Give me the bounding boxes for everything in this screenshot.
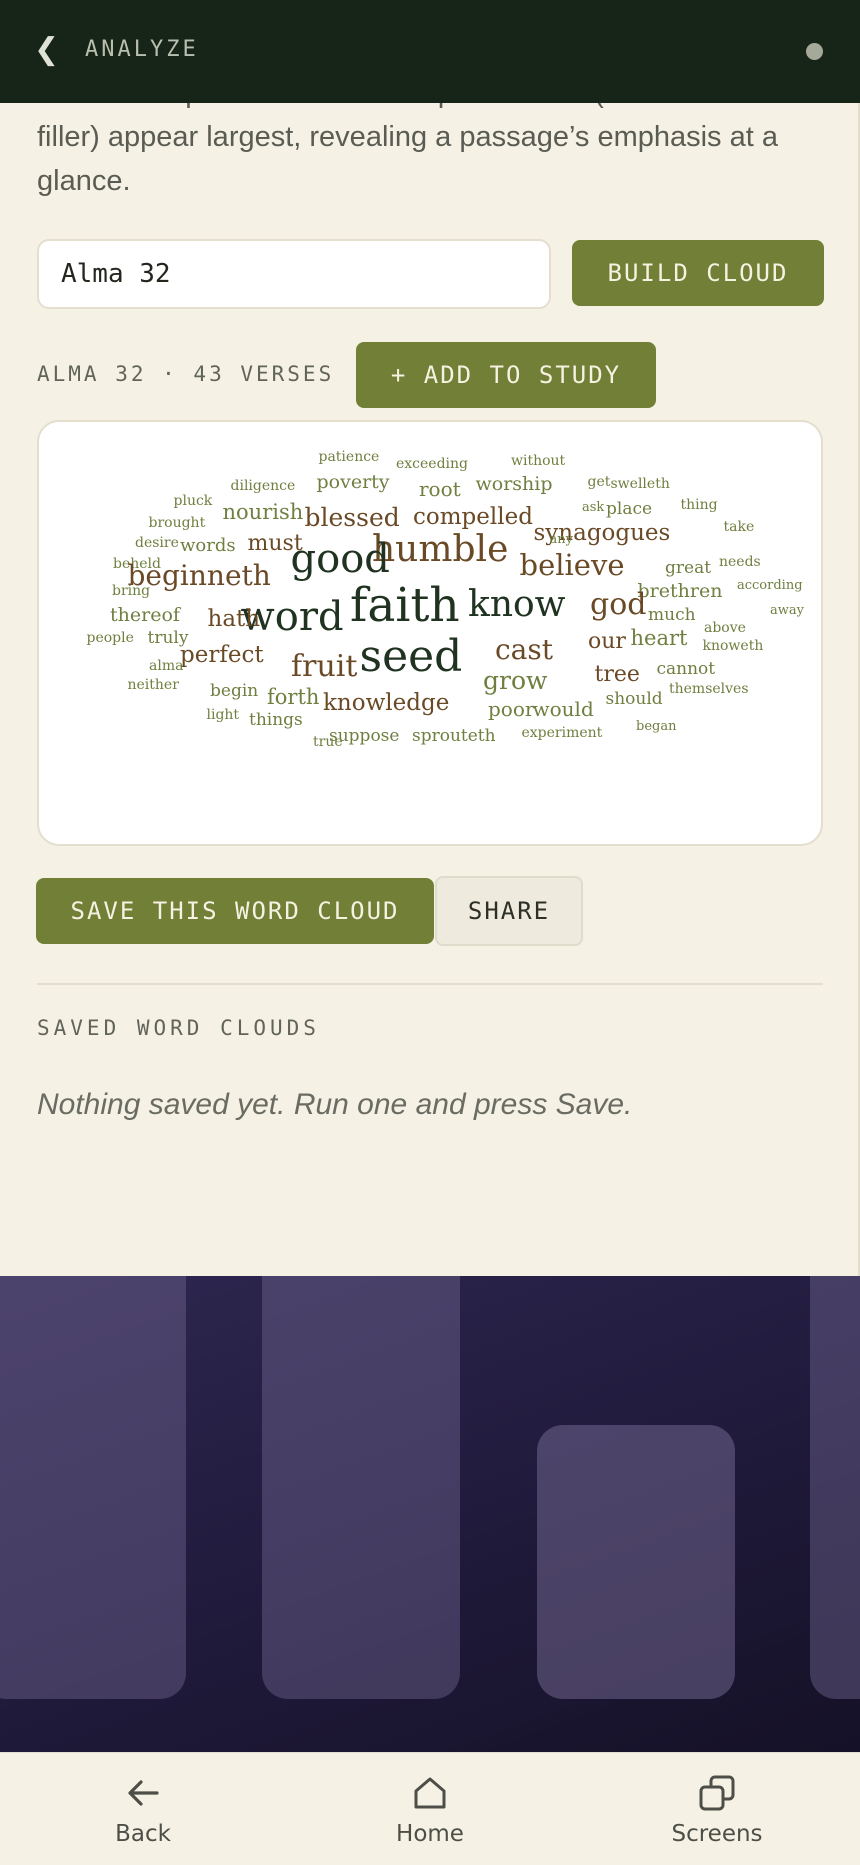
recent-screen-card[interactable] bbox=[537, 1425, 735, 1699]
nav-home[interactable]: Home bbox=[350, 1773, 510, 1847]
app-header: ❮ ANALYZE bbox=[0, 0, 860, 103]
cloud-word: patience bbox=[318, 449, 380, 465]
cloud-word: get bbox=[587, 474, 611, 490]
cloud-word: swelleth bbox=[610, 476, 670, 492]
cloud-word: needs bbox=[719, 554, 761, 570]
cloud-word: grow bbox=[483, 665, 548, 695]
save-word-cloud-button[interactable]: SAVE THIS WORD CLOUD bbox=[36, 878, 434, 944]
cloud-word: seed bbox=[359, 631, 463, 682]
back-chevron-icon[interactable]: ❮ bbox=[34, 32, 59, 67]
cloud-word: brethren bbox=[637, 579, 723, 602]
recent-screen-card[interactable] bbox=[0, 1276, 186, 1699]
cloud-word: cannot bbox=[656, 658, 716, 679]
saved-clouds-heading: SAVED WORD CLOUDS bbox=[37, 1016, 320, 1040]
saved-clouds-empty-message: Nothing saved yet. Run one and press Sav… bbox=[37, 1088, 633, 1121]
cloud-word: worship bbox=[475, 472, 553, 495]
cloud-word: knoweth bbox=[702, 638, 764, 654]
add-to-study-button[interactable]: + ADD TO STUDY bbox=[356, 342, 656, 408]
nav-back[interactable]: Back bbox=[63, 1773, 223, 1847]
cloud-word: cast bbox=[495, 633, 553, 666]
cloud-word: above bbox=[704, 620, 746, 636]
cloud-word: blessed bbox=[304, 502, 400, 532]
nav-home-label: Home bbox=[396, 1821, 464, 1847]
cloud-word: themselves bbox=[669, 681, 749, 697]
cloud-word: poor bbox=[488, 697, 535, 721]
cloud-word: heart bbox=[630, 625, 688, 650]
word-cloud: patience exceeding without diligence poverty… bbox=[37, 420, 823, 846]
cloud-word: light bbox=[206, 707, 240, 723]
nav-screens-label: Screens bbox=[671, 1821, 763, 1847]
cloud-word: know bbox=[468, 584, 566, 625]
home-icon bbox=[414, 1777, 446, 1809]
status-dot-icon bbox=[806, 43, 823, 60]
cloud-word: take bbox=[723, 519, 755, 535]
cloud-word: experiment bbox=[521, 725, 603, 741]
nav-screens[interactable]: Screens bbox=[637, 1773, 797, 1847]
cloud-word: great bbox=[665, 557, 712, 578]
cloud-word: thereof bbox=[110, 603, 180, 626]
reference-input[interactable] bbox=[37, 239, 551, 309]
cloud-word: forth bbox=[267, 684, 320, 709]
cloud-word: perfect bbox=[180, 641, 264, 668]
cloud-word: thing bbox=[680, 497, 718, 513]
cloud-word: words bbox=[180, 535, 236, 556]
cloud-word: any bbox=[549, 531, 573, 547]
section-divider bbox=[37, 983, 823, 985]
cloud-word: away bbox=[770, 602, 804, 618]
reference-meta: ALMA 32 · 43 VERSES bbox=[37, 362, 335, 386]
cloud-word: alma bbox=[149, 658, 184, 674]
cloud-word: our bbox=[588, 629, 626, 654]
cloud-word: root bbox=[419, 477, 461, 501]
cloud-word: compelled bbox=[413, 503, 533, 530]
cloud-word: poverty bbox=[316, 470, 390, 493]
cloud-word: much bbox=[648, 604, 696, 625]
cloud-word: ask bbox=[582, 499, 605, 515]
arrow-left-icon bbox=[128, 1780, 159, 1806]
cloud-word: knowledge bbox=[323, 689, 450, 716]
cloud-word: good bbox=[290, 536, 390, 582]
cloud-word: believe bbox=[519, 547, 625, 582]
cloud-word: without bbox=[511, 453, 566, 469]
cloud-word: humble bbox=[372, 529, 509, 570]
cloud-word: sprouteth bbox=[412, 725, 496, 746]
nav-back-label: Back bbox=[115, 1821, 171, 1847]
cloud-word: tree bbox=[594, 662, 640, 687]
cloud-word: things bbox=[249, 709, 303, 730]
cloud-word: pluck bbox=[173, 493, 213, 509]
cloud-word: hath bbox=[207, 605, 261, 632]
cloud-word: desire bbox=[135, 535, 179, 551]
cloud-word: fruit bbox=[291, 649, 358, 684]
cloud-word: people bbox=[86, 630, 134, 646]
cloud-word: would bbox=[532, 697, 594, 721]
recent-screen-card[interactable] bbox=[810, 1276, 860, 1699]
build-cloud-button[interactable]: BUILD CLOUD bbox=[572, 240, 824, 306]
cloud-word: should bbox=[605, 688, 663, 709]
recent-screens-backdrop bbox=[0, 1276, 860, 1752]
cloud-word: neither bbox=[127, 677, 179, 693]
recent-screen-card[interactable] bbox=[262, 1276, 460, 1699]
cloud-word: true bbox=[313, 734, 343, 750]
cloud-word: begin bbox=[210, 680, 259, 701]
cloud-word: diligence bbox=[230, 478, 296, 494]
cloud-word: god bbox=[590, 587, 647, 622]
share-button[interactable]: SHARE bbox=[435, 876, 583, 946]
bottom-navigation: Back Home Screens bbox=[0, 1752, 860, 1865]
cloud-word: bring bbox=[112, 583, 151, 599]
cloud-word: according bbox=[737, 577, 803, 593]
cloud-word: nourish bbox=[222, 499, 304, 524]
cloud-word: began bbox=[636, 718, 677, 734]
cloud-word: exceeding bbox=[396, 456, 469, 472]
cloud-word: faith bbox=[350, 577, 460, 633]
cloud-word: brought bbox=[148, 515, 206, 531]
overlapping-squares-icon bbox=[699, 1775, 735, 1811]
page-title: ANALYZE bbox=[85, 37, 199, 62]
cloud-word: place bbox=[606, 498, 653, 519]
analyze-screen: several chapters. The most frequent word… bbox=[0, 0, 860, 1276]
